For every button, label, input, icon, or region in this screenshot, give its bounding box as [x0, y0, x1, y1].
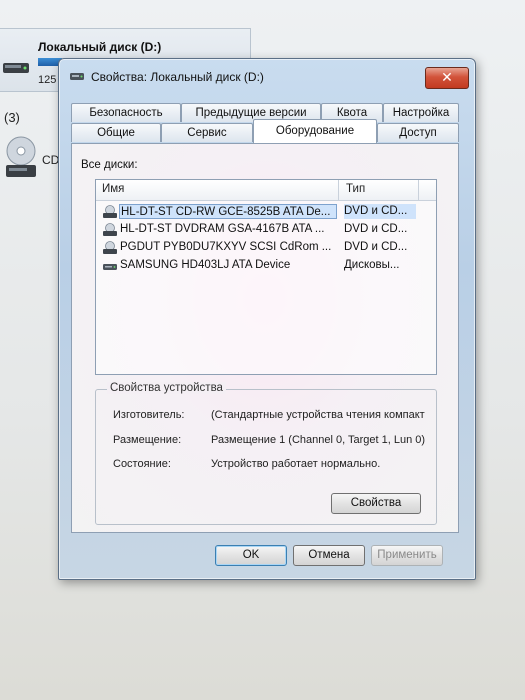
disk-list-header: Имя Тип: [96, 180, 436, 201]
properties-dialog: Свойства: Локальный диск (D:) ✕ Безопасн…: [58, 58, 476, 580]
disk-row-type: DVD и CD...: [344, 241, 408, 253]
tab-general[interactable]: Общие: [71, 123, 161, 142]
column-header-type[interactable]: Тип: [346, 183, 365, 195]
apply-button[interactable]: Применить: [371, 545, 443, 566]
disk-row-cdrw[interactable]: HL-DT-ST CD-RW GCE-8525B ATA De... DVD и…: [98, 204, 416, 220]
disk-row-type: DVD и CD...: [344, 223, 408, 235]
disk-row-name: HL-DT-ST CD-RW GCE-8525B ATA De...: [119, 204, 337, 219]
dialog-titlebar[interactable]: Свойства: Локальный диск (D:) ✕: [59, 59, 475, 93]
disk-row-dvdram[interactable]: HL-DT-ST DVDRAM GSA-4167B ATA ... DVD и …: [98, 222, 416, 238]
tab-customize[interactable]: Настройка: [383, 103, 459, 122]
ok-button[interactable]: OK: [215, 545, 287, 566]
dialog-title: Свойства: Локальный диск (D:): [91, 70, 264, 84]
location-label: Размещение:: [113, 434, 182, 446]
disk-row-name: HL-DT-ST DVDRAM GSA-4167B ATA ...: [120, 223, 325, 235]
cancel-button[interactable]: Отмена: [293, 545, 365, 566]
optical-drive-icon: [103, 241, 117, 254]
hard-disk-icon: [103, 264, 117, 270]
optical-drive-icon: [103, 223, 117, 236]
hard-drive-icon: [3, 63, 29, 73]
column-header-name[interactable]: Имя: [102, 183, 124, 195]
disk-row-name: SAMSUNG HD403LJ ATA Device: [120, 259, 291, 271]
column-separator[interactable]: [338, 180, 339, 200]
close-button[interactable]: ✕: [425, 67, 469, 89]
cd-drive-icon[interactable]: [4, 135, 38, 181]
tab-tools[interactable]: Сервис: [161, 123, 253, 142]
disk-row-type: DVD и CD...: [344, 204, 416, 219]
tab-security[interactable]: Безопасность: [71, 103, 181, 122]
disk-row-samsung-hdd[interactable]: SAMSUNG HD403LJ ATA Device Дисковы...: [98, 258, 416, 274]
tabs-row-bottom: Общие Сервис Оборудование Доступ: [71, 119, 459, 143]
location-value: Размещение 1 (Channel 0, Target 1, Lun 0…: [211, 434, 426, 446]
disk-row-type: Дисковы...: [344, 259, 400, 271]
column-separator[interactable]: [418, 180, 419, 200]
manufacturer-value: (Стандартные устройства чтения компакт: [211, 409, 425, 421]
drive-tile-title: Локальный диск (D:): [38, 40, 162, 54]
tab-hardware[interactable]: Оборудование: [253, 119, 377, 143]
manufacturer-label: Изготовитель:: [113, 409, 185, 421]
disk-row-name: PGDUT PYB0DU7KXYV SCSI CdRom ...: [120, 241, 332, 253]
status-label: Состояние:: [113, 458, 171, 470]
all-disks-label: Все диски:: [81, 159, 138, 171]
device-properties-title: Свойства устройства: [107, 382, 226, 394]
disk-row-scsi-cdrom[interactable]: PGDUT PYB0DU7KXYV SCSI CdRom ... DVD и C…: [98, 240, 416, 256]
device-properties-button[interactable]: Свойства: [331, 493, 421, 514]
optical-drive-icon: [103, 205, 117, 218]
drive-properties-icon: [70, 73, 84, 80]
drive-tile-size: 125: [38, 74, 57, 86]
section-count: (3): [4, 110, 20, 125]
status-value: Устройство работает нормально.: [211, 458, 381, 470]
cd-drive-label: CD: [42, 153, 60, 167]
tab-sharing[interactable]: Доступ: [377, 123, 459, 142]
disk-list[interactable]: Имя Тип HL-DT-ST CD-RW GCE-8525B ATA De.…: [95, 179, 437, 375]
